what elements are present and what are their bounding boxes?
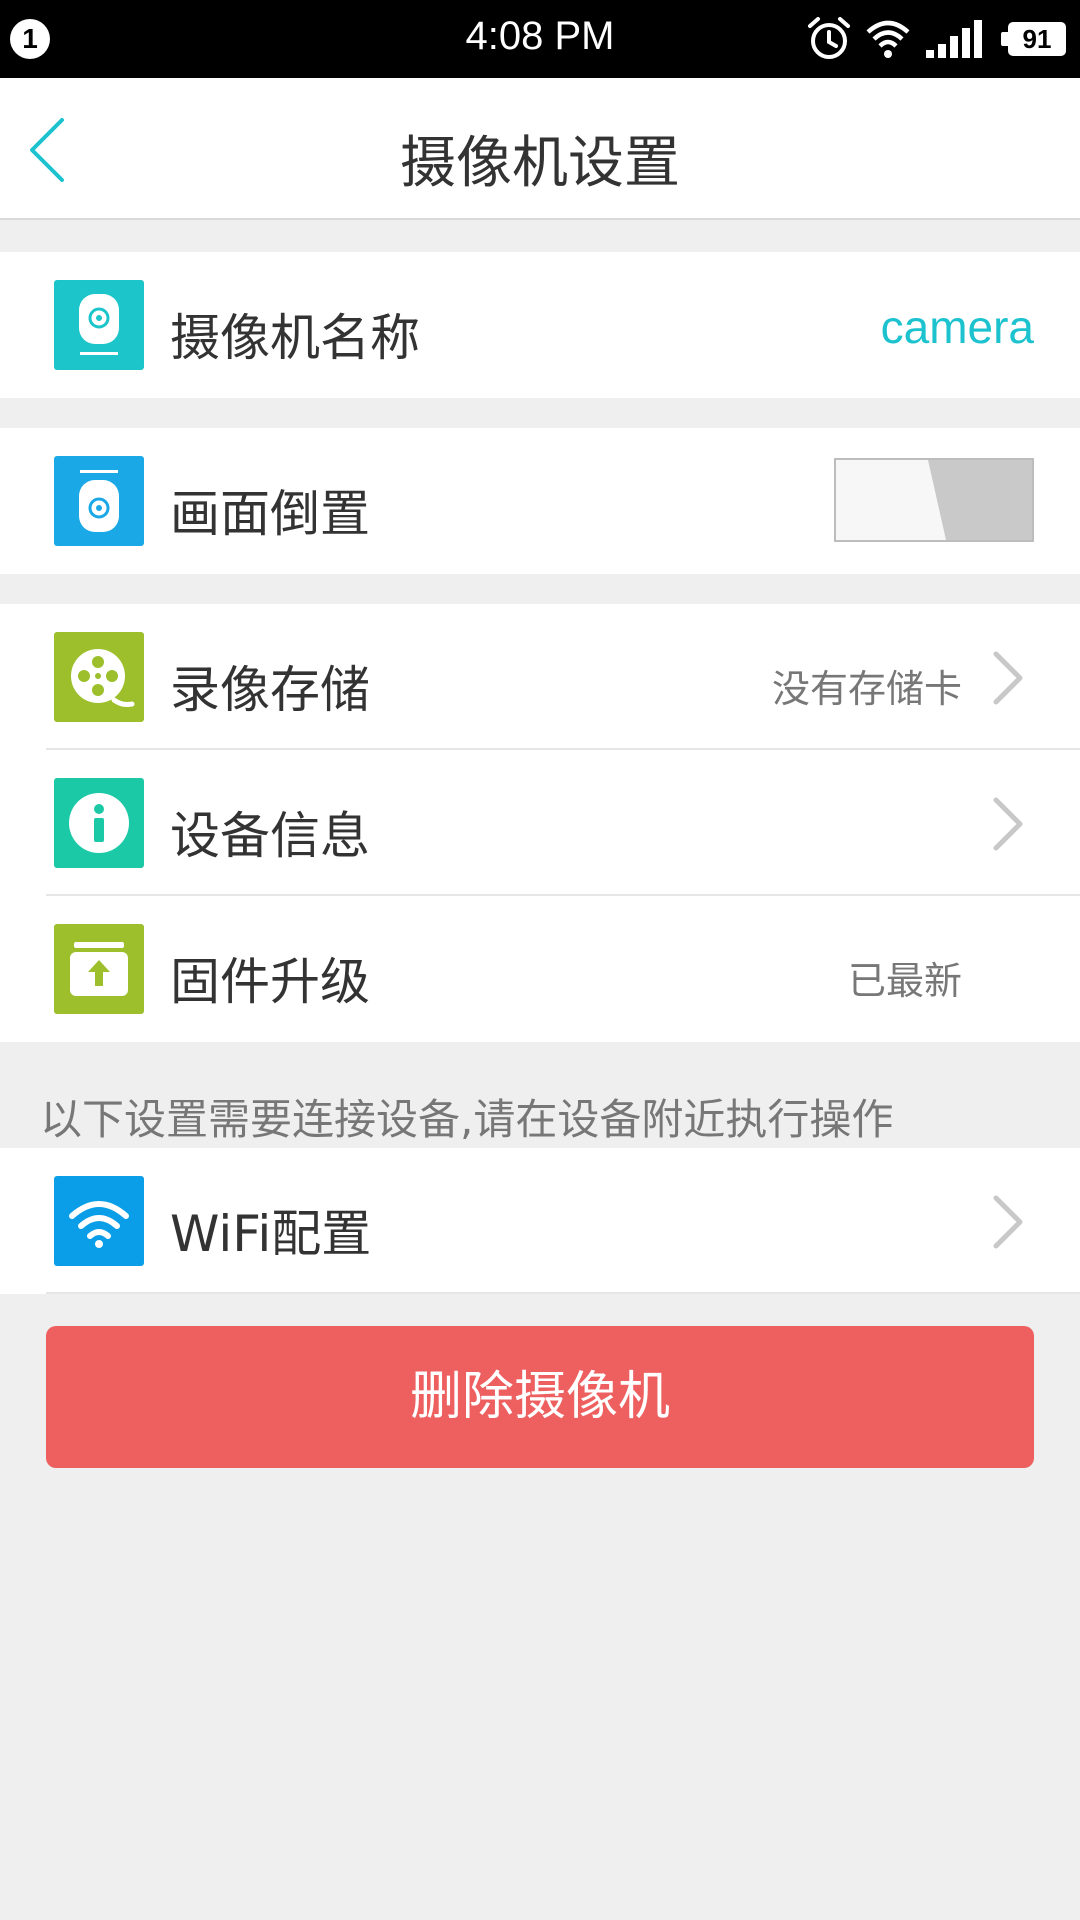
camera-flip-icon xyxy=(54,456,144,546)
firmware-label: 固件升级 xyxy=(170,953,370,1011)
status-icons: 91 xyxy=(806,16,1066,62)
device-info-label: 设备信息 xyxy=(170,807,370,865)
status-bar: 1 4:08 PM 91 xyxy=(0,0,1080,78)
chevron-right-icon xyxy=(993,797,1023,851)
chevron-right-icon xyxy=(993,1195,1023,1249)
info-icon xyxy=(54,778,144,868)
upload-icon xyxy=(54,924,144,1014)
wifi-icon xyxy=(54,1176,144,1266)
recording-row[interactable]: 录像存储 没有存储卡 xyxy=(0,604,1080,750)
battery-icon: 91 xyxy=(1001,22,1066,56)
page-title: 摄像机设置 xyxy=(400,131,680,196)
row-divider xyxy=(46,1292,1080,1294)
chevron-right-icon xyxy=(993,651,1023,705)
group-device: 录像存储 没有存储卡 设备信息 固件升级 已最新 xyxy=(0,604,1080,1042)
device-info-row[interactable]: 设备信息 xyxy=(0,750,1080,896)
delete-camera-button[interactable]: 删除摄像机 xyxy=(46,1326,1034,1468)
camera-name-value: camera xyxy=(880,301,1034,353)
wifi-config-label: WiFi配置 xyxy=(170,1205,372,1263)
wifi-icon xyxy=(866,20,910,58)
flip-toggle[interactable] xyxy=(834,458,1034,542)
camera-name-row[interactable]: 摄像机名称 camera xyxy=(0,252,1080,398)
flip-row: 画面倒置 xyxy=(0,428,1080,574)
recording-label: 录像存储 xyxy=(170,661,370,719)
firmware-value: 已最新 xyxy=(847,959,962,1003)
camera-name-label: 摄像机名称 xyxy=(170,309,420,367)
group-wifi: WiFi配置 xyxy=(0,1148,1080,1294)
camera-icon xyxy=(54,280,144,370)
wifi-config-row[interactable]: WiFi配置 xyxy=(0,1148,1080,1294)
firmware-row[interactable]: 固件升级 已最新 xyxy=(0,896,1080,1042)
film-reel-icon xyxy=(54,632,144,722)
app-header: 摄像机设置 xyxy=(0,78,1080,220)
flip-label: 画面倒置 xyxy=(170,485,370,543)
alarm-icon xyxy=(808,17,850,59)
section-note: 以下设置需要连接设备,请在设备附近执行操作 xyxy=(40,1095,894,1144)
recording-value: 没有存储卡 xyxy=(771,667,962,711)
group-flip: 画面倒置 xyxy=(0,428,1080,574)
group-camera-name: 摄像机名称 camera xyxy=(0,252,1080,398)
signal-icon xyxy=(926,20,982,58)
